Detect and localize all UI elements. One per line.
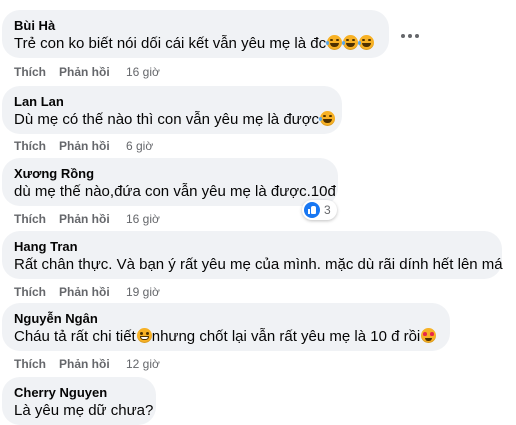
comment-text: Cháu tả rất chi tiết nhưng chốt lại vẫn r… (14, 327, 438, 347)
comment-bubble: Xương Rồng dù mẹ thế nào,đứa con vẫn yêu… (2, 158, 338, 206)
comment-text-body: Trẻ con ko biết nói dối cái kết vẫn yêu … (14, 35, 327, 52)
comment-timestamp[interactable]: 6 giờ (126, 138, 153, 154)
like-button[interactable]: Thích (14, 211, 46, 227)
like-reaction-icon (304, 202, 320, 218)
comment-author[interactable]: Bùi Hà (14, 17, 377, 34)
comment-author[interactable]: Hang Tran (14, 238, 490, 255)
comment-author[interactable]: Xương Rồng (14, 165, 326, 182)
reaction-summary[interactable]: 3 (302, 200, 337, 220)
comment-actions: Thích Phản hồi 6 giờ (14, 138, 214, 154)
rolling-laughing-emoji-icon (358, 35, 375, 50)
comment-actions: Thích Phản hồi 19 giờ (14, 284, 214, 300)
comment-bubble: Lan Lan Dù mẹ có thế nào thì con vẫn yêu… (2, 86, 342, 134)
reply-button[interactable]: Phản hồi (59, 211, 110, 227)
comment-timestamp[interactable]: 16 giờ (126, 64, 160, 80)
comment-text: Rất chân thực. Và bạn ý rất yêu mẹ của m… (14, 256, 503, 273)
grinning-emoji-icon (136, 328, 152, 343)
rolling-laughing-emoji-icon (326, 35, 343, 50)
like-button[interactable]: Thích (14, 138, 46, 154)
rolling-laughing-emoji-icon (342, 35, 359, 50)
comment-text: Trẻ con ko biết nói dối cái kết vẫn yêu … (14, 34, 377, 54)
comment-bubble: Hang Tran Rất chân thực. Và bạn ý rất yê… (2, 231, 503, 279)
comment-actions: Thích Phản hồi 16 giờ (14, 64, 214, 80)
comment-author[interactable]: Nguyễn Ngân (14, 310, 438, 327)
reply-button[interactable]: Phản hồi (59, 138, 110, 154)
like-button[interactable]: Thích (14, 284, 46, 300)
more-options-icon[interactable] (401, 27, 419, 45)
comment-author[interactable]: Cherry Nguyen (14, 384, 144, 401)
reply-button[interactable]: Phản hồi (59, 356, 110, 372)
comment-text-part: nhưng chốt lại vẫn rất yêu mẹ là 10 đ rồ… (151, 328, 421, 345)
like-button[interactable]: Thích (14, 64, 46, 80)
comment-actions: Thích Phản hồi 16 giờ (14, 211, 214, 227)
like-button[interactable]: Thích (14, 356, 46, 372)
comment-bubble: Nguyễn Ngân Cháu tả rất chi tiết nhưng ch… (2, 303, 450, 351)
comment-timestamp[interactable]: 19 giờ (126, 284, 160, 300)
comment-timestamp[interactable]: 12 giờ (126, 356, 160, 372)
reaction-count: 3 (324, 203, 331, 217)
comment-timestamp[interactable]: 16 giờ (126, 211, 160, 227)
comment-bubble: Bùi Hà Trẻ con ko biết nói dối cái kết v… (2, 10, 389, 58)
comment-text: Dù mẹ có thế nào thì con vẫn yêu mẹ là đ… (14, 110, 336, 130)
laughing-tears-emoji-icon (319, 111, 336, 126)
comment-text-body: Dù mẹ có thế nào thì con vẫn yêu mẹ là đ… (14, 111, 320, 128)
comment-bubble: Cherry Nguyen Là yêu mẹ dữ chưa? (2, 377, 156, 425)
reply-button[interactable]: Phản hồi (59, 284, 110, 300)
comment-actions: Thích Phản hồi 12 giờ (14, 356, 214, 372)
heart-eyes-emoji-icon (421, 328, 437, 343)
reply-button[interactable]: Phản hồi (59, 64, 110, 80)
comment-text-part: Cháu tả rất chi tiết (14, 328, 136, 345)
comment-text: dù mẹ thế nào,đứa con vẫn yêu mẹ là được… (14, 183, 336, 200)
comment-text: Là yêu mẹ dữ chưa? (14, 402, 154, 419)
comment-author[interactable]: Lan Lan (14, 93, 330, 110)
